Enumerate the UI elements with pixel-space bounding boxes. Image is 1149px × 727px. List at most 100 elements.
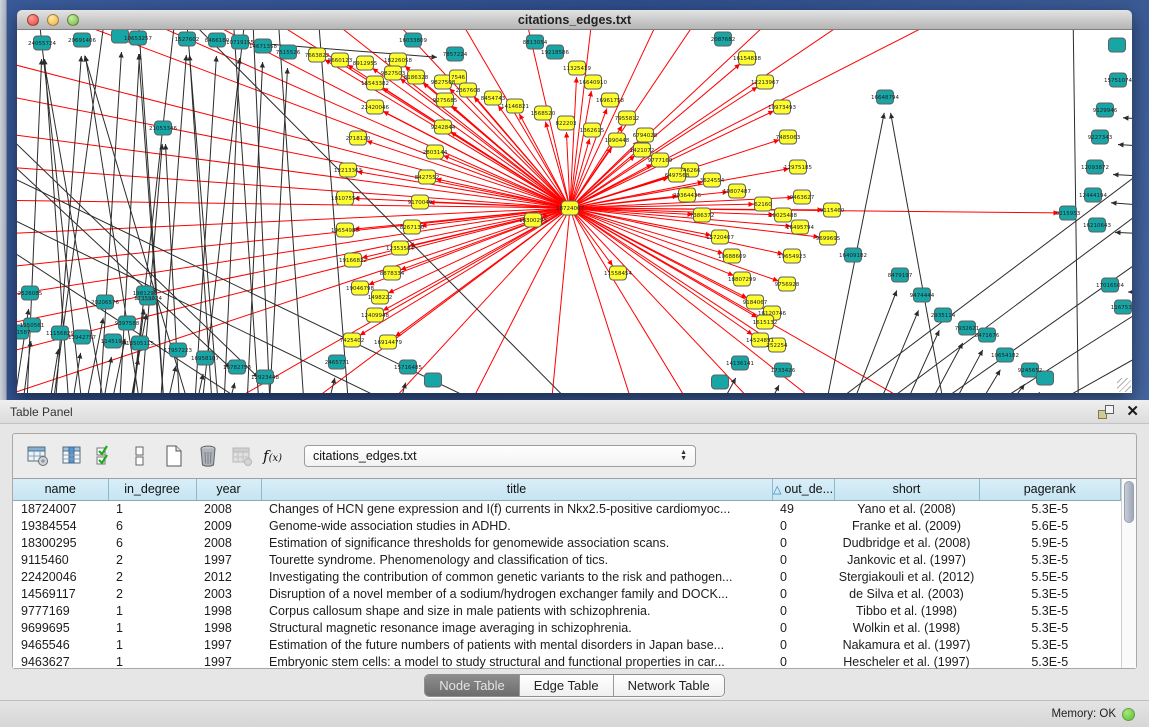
- table-cell[interactable]: 9699695: [13, 619, 108, 636]
- table-cell[interactable]: 9463627: [13, 653, 108, 670]
- table-cell[interactable]: Investigating the contribution of common…: [261, 568, 772, 585]
- select-columns-button[interactable]: [91, 441, 121, 471]
- table-cell[interactable]: Wolkin et al. (1998): [834, 619, 979, 636]
- table-cell[interactable]: 9777169: [13, 602, 108, 619]
- table-cell[interactable]: 2003: [196, 585, 261, 602]
- table-cell[interactable]: Disruption of a novel member of a sodium…: [261, 585, 772, 602]
- table-cell[interactable]: 5.3E-5: [979, 636, 1121, 653]
- delete-table-button[interactable]: [193, 441, 223, 471]
- table-cell[interactable]: 6: [108, 517, 196, 534]
- table-cell[interactable]: 1: [108, 636, 196, 653]
- table-cell[interactable]: 5.9E-5: [979, 534, 1121, 551]
- table-cell[interactable]: 2009: [196, 517, 261, 534]
- new-table-button[interactable]: [159, 441, 189, 471]
- table-cell[interactable]: 6: [108, 534, 196, 551]
- resize-grip-icon[interactable]: [1117, 378, 1131, 392]
- table-cell[interactable]: 5.3E-5: [979, 602, 1121, 619]
- column-header-in_degree[interactable]: in_degree: [108, 479, 196, 500]
- table-cell[interactable]: 2008: [196, 534, 261, 551]
- table-cell[interactable]: 1997: [196, 653, 261, 670]
- table-row[interactable]: 977716911998Corpus callosum shape and si…: [13, 602, 1121, 619]
- table-cell[interactable]: 0: [772, 653, 834, 670]
- table-cell[interactable]: 9115460: [13, 551, 108, 568]
- table-cell[interactable]: Franke et al. (2009): [834, 517, 979, 534]
- table-cell[interactable]: Hescheler et al. (1997): [834, 653, 979, 670]
- table-selector-dropdown[interactable]: citations_edges.txt ▲▼: [304, 445, 696, 467]
- network-canvas[interactable]: 1872400776638228660123891295518226058982…: [17, 30, 1132, 393]
- table-row[interactable]: 2242004622012Investigating the contribut…: [13, 568, 1121, 585]
- table-row[interactable]: 911546021997Tourette syndrome. Phenomeno…: [13, 551, 1121, 568]
- table-cell[interactable]: 0: [772, 551, 834, 568]
- table-cell[interactable]: Estimation of significance thresholds fo…: [261, 534, 772, 551]
- table-cell[interactable]: 18300295: [13, 534, 108, 551]
- table-cell[interactable]: 0: [772, 517, 834, 534]
- table-cell[interactable]: 0: [772, 602, 834, 619]
- function-builder-button[interactable]: f(x): [263, 447, 282, 465]
- table-cell[interactable]: 9465546: [13, 636, 108, 653]
- scrollbar-thumb[interactable]: [1124, 481, 1134, 523]
- table-row[interactable]: 969969511998Structural magnetic resonanc…: [13, 619, 1121, 636]
- table-row[interactable]: 946554611997Estimation of the future num…: [13, 636, 1121, 653]
- table-cell[interactable]: 1997: [196, 636, 261, 653]
- table-row[interactable]: 1456911722003Disruption of a novel membe…: [13, 585, 1121, 602]
- table-cell[interactable]: 0: [772, 568, 834, 585]
- table-row[interactable]: 946362711997Embryonic stem cells: a mode…: [13, 653, 1121, 670]
- table-cell[interactable]: Yano et al. (2008): [834, 500, 979, 517]
- float-window-icon[interactable]: [1098, 405, 1114, 419]
- table-cell[interactable]: Estimation of the future numbers of pati…: [261, 636, 772, 653]
- table-cell[interactable]: 2008: [196, 500, 261, 517]
- table-cell[interactable]: 5.6E-5: [979, 517, 1121, 534]
- tab-node-table[interactable]: Node Table: [425, 675, 520, 696]
- column-header-year[interactable]: year: [196, 479, 261, 500]
- table-cell[interactable]: 5.3E-5: [979, 500, 1121, 517]
- graph-node-teal[interactable]: [712, 375, 729, 389]
- table-row[interactable]: 1830029562008Estimation of significance …: [13, 534, 1121, 551]
- table-cell[interactable]: Structural magnetic resonance image aver…: [261, 619, 772, 636]
- table-cell[interactable]: 5.3E-5: [979, 653, 1121, 670]
- column-header-pagerank[interactable]: pagerank: [979, 479, 1121, 500]
- table-cell[interactable]: 2012: [196, 568, 261, 585]
- table-cell[interactable]: 5.3E-5: [979, 585, 1121, 602]
- table-cell[interactable]: 5.3E-5: [979, 619, 1121, 636]
- table-cell[interactable]: 1998: [196, 619, 261, 636]
- table-cell[interactable]: 18724007: [13, 500, 108, 517]
- table-cell[interactable]: 0: [772, 534, 834, 551]
- table-row[interactable]: 1872400712008Changes of HCN gene express…: [13, 500, 1121, 517]
- column-header-name[interactable]: name: [13, 479, 108, 500]
- tab-edge-table[interactable]: Edge Table: [520, 675, 614, 696]
- table-cell[interactable]: Tibbo et al. (1998): [834, 602, 979, 619]
- row-height-button[interactable]: [125, 441, 155, 471]
- vertical-scrollbar[interactable]: [1121, 479, 1136, 668]
- close-panel-icon[interactable]: ✕: [1126, 405, 1139, 419]
- table-cell[interactable]: 2: [108, 585, 196, 602]
- table-cell[interactable]: Nakamura et al. (1997): [834, 636, 979, 653]
- node-table[interactable]: namein_degreeyeartitle△out_de...shortpag…: [13, 479, 1121, 670]
- column-header-short[interactable]: short: [834, 479, 979, 500]
- table-cell[interactable]: 1: [108, 653, 196, 670]
- network-view-window[interactable]: citations_edges.txt 18724007766382286601…: [17, 10, 1132, 393]
- table-cell[interactable]: 22420046: [13, 568, 108, 585]
- table-cell[interactable]: 5.5E-5: [979, 568, 1121, 585]
- table-cell[interactable]: 0: [772, 619, 834, 636]
- graph-node-teal[interactable]: [1109, 38, 1126, 52]
- table-cell[interactable]: 19384554: [13, 517, 108, 534]
- table-cell[interactable]: Changes of HCN gene expression and I(f) …: [261, 500, 772, 517]
- graph-node-teal[interactable]: [425, 373, 442, 387]
- table-cell[interactable]: 1997: [196, 551, 261, 568]
- table-cell[interactable]: Corpus callosum shape and size in male p…: [261, 602, 772, 619]
- column-header-out_de[interactable]: △out_de...: [772, 479, 834, 500]
- table-cell[interactable]: 14569117: [13, 585, 108, 602]
- table-cell[interactable]: 1: [108, 500, 196, 517]
- table-cell[interactable]: 2: [108, 568, 196, 585]
- network-window-titlebar[interactable]: citations_edges.txt: [17, 10, 1132, 30]
- table-row[interactable]: 1938455462009Genome-wide association stu…: [13, 517, 1121, 534]
- tab-network-table[interactable]: Network Table: [614, 675, 724, 696]
- show-column-button[interactable]: [57, 441, 87, 471]
- table-settings-button[interactable]: [23, 441, 53, 471]
- table-cell[interactable]: Stergiakouli et al. (2012): [834, 568, 979, 585]
- citation-network-graph[interactable]: 1872400776638228660123891295518226058982…: [17, 30, 1132, 393]
- table-cell[interactable]: 0: [772, 585, 834, 602]
- table-cell[interactable]: Dudbridge et al. (2008): [834, 534, 979, 551]
- table-cell[interactable]: Genome-wide association studies in ADHD.: [261, 517, 772, 534]
- column-header-title[interactable]: title: [261, 479, 772, 500]
